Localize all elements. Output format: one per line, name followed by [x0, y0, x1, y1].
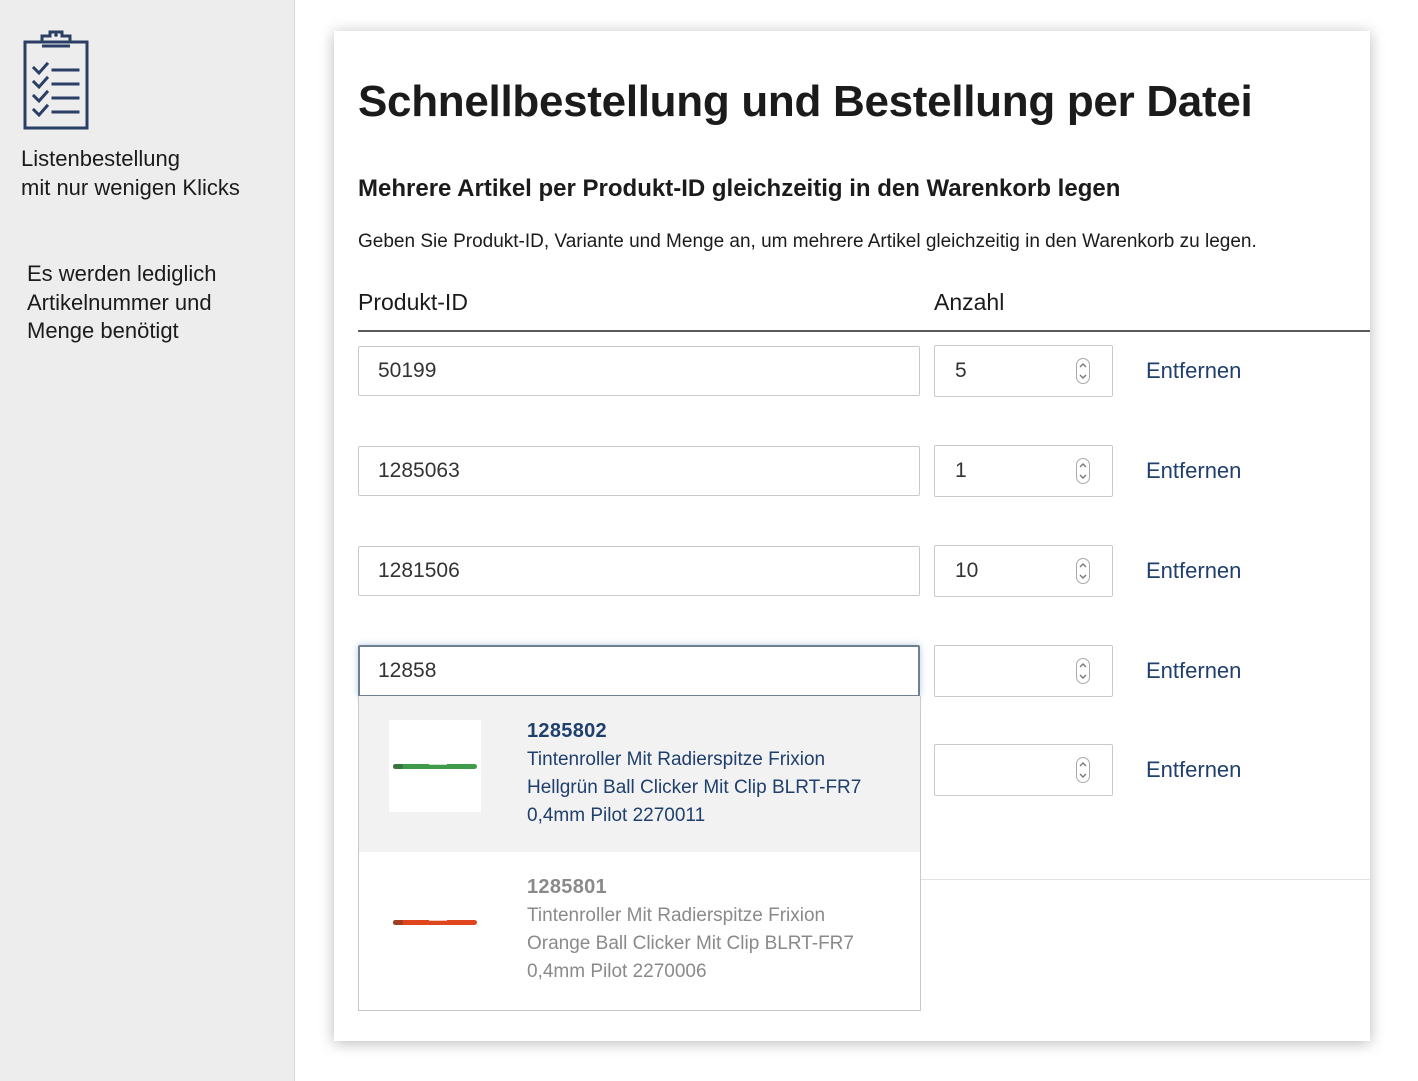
remove-link[interactable]: Entfernen — [1146, 658, 1241, 684]
page-title: Schnellbestellung und Bestellung per Dat… — [358, 77, 1253, 126]
remove-link[interactable]: Entfernen — [1146, 558, 1241, 584]
quantity-stepper[interactable]: 5 — [934, 345, 1113, 397]
suggestion-product-id: 1285801 — [527, 876, 607, 898]
product-id-input-focused[interactable] — [358, 645, 920, 697]
feature-note-line3: Menge benötigt — [27, 318, 179, 343]
feature-title-line2: mit nur wenigen Klicks — [21, 175, 240, 200]
feature-title-line1: Listenbestellung — [21, 146, 181, 171]
quantity-stepper[interactable] — [934, 744, 1113, 796]
suggestion-name-line3: 0,4mm Pilot 2270006 — [527, 961, 707, 982]
product-thumbnail — [389, 720, 481, 812]
product-id-input[interactable] — [358, 346, 920, 396]
remove-link[interactable]: Entfernen — [1146, 358, 1241, 384]
suggestion-name-line2: Hellgrün Ball Clicker Mit Clip BLRT-FR7 — [527, 777, 862, 798]
stepper-arrows-icon[interactable] — [1076, 558, 1090, 584]
green-pen-icon — [393, 763, 477, 769]
clipboard-checklist-icon — [23, 30, 89, 130]
suggestion-name-line2: Orange Ball Clicker Mit Clip BLRT-FR7 — [527, 933, 854, 954]
stepper-arrows-icon[interactable] — [1076, 757, 1090, 783]
suggestion-item[interactable]: 1285802 Tintenroller Mit Radierspitze Fr… — [359, 696, 920, 852]
quantity-stepper[interactable]: 10 — [934, 545, 1113, 597]
suggestion-name-line3: 0,4mm Pilot 2270011 — [527, 805, 706, 826]
quantity-stepper[interactable]: 1 — [934, 445, 1113, 497]
suggestion-name-line1: Tintenroller Mit Radierspitze Frixion — [527, 905, 826, 926]
section-description: Geben Sie Produkt-ID, Variante und Menge… — [358, 231, 1257, 252]
stepper-arrows-icon[interactable] — [1076, 658, 1090, 684]
feature-note-line1: Es werden lediglich — [27, 261, 217, 286]
quick-order-panel: Schnellbestellung und Bestellung per Dat… — [334, 31, 1370, 1041]
remove-link[interactable]: Entfernen — [1146, 757, 1241, 783]
header-divider — [358, 330, 1370, 332]
product-id-input[interactable] — [358, 546, 920, 596]
quantity-value: 10 — [955, 559, 979, 582]
column-header-product-id: Produkt-ID — [358, 289, 468, 315]
quantity-value: 1 — [955, 459, 967, 482]
feature-sidebar: Listenbestellung mit nur wenigen Klicks … — [0, 0, 295, 1081]
quantity-value: 5 — [955, 359, 967, 382]
stepper-arrows-icon[interactable] — [1076, 358, 1090, 384]
suggestion-name-line1: Tintenroller Mit Radierspitze Frixion — [527, 749, 826, 770]
form-bottom-divider — [921, 879, 1370, 880]
orange-pen-icon — [393, 919, 477, 925]
suggestion-product-id: 1285802 — [527, 720, 607, 742]
column-header-quantity: Anzahl — [934, 289, 1005, 315]
feature-note-line2: Artikelnummer und — [27, 290, 212, 315]
suggestion-item[interactable]: 1285801 Tintenroller Mit Radierspitze Fr… — [359, 852, 920, 1008]
stepper-arrows-icon[interactable] — [1076, 458, 1090, 484]
autocomplete-dropdown: 1285802 Tintenroller Mit Radierspitze Fr… — [358, 696, 921, 1011]
remove-link[interactable]: Entfernen — [1146, 458, 1241, 484]
product-id-input[interactable] — [358, 446, 920, 496]
quantity-stepper[interactable] — [934, 645, 1113, 697]
product-thumbnail — [389, 876, 481, 968]
section-subtitle: Mehrere Artikel per Produkt-ID gleichzei… — [358, 175, 1121, 202]
